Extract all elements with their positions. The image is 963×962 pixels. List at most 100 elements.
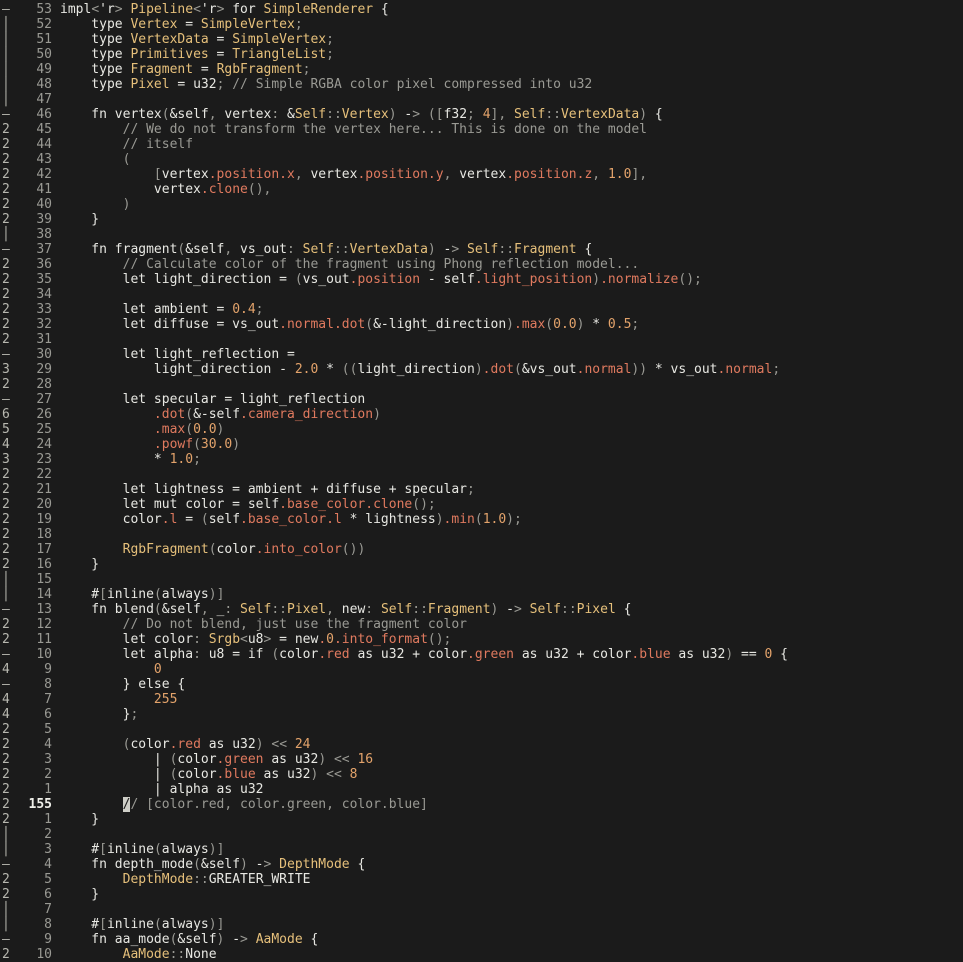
- fold-indicator[interactable]: –: [0, 347, 22, 362]
- code-text[interactable]: 255: [52, 692, 177, 707]
- code-text[interactable]: [52, 92, 60, 107]
- code-text[interactable]: [52, 902, 60, 917]
- code-line[interactable]: – 4 fn depth_mode(&self) -> DepthMode {: [0, 857, 963, 872]
- code-text[interactable]: DepthMode::GREATER_WRITE: [52, 872, 311, 887]
- code-line[interactable]: – 9 fn aa_mode(&self) -> AaMode {: [0, 932, 963, 947]
- code-text[interactable]: fn vertex(&self, vertex: &Self::Vertex) …: [52, 107, 662, 122]
- code-text[interactable]: fn aa_mode(&self) -> AaMode {: [52, 932, 318, 947]
- code-text[interactable]: #[inline(always)]: [52, 917, 224, 932]
- fold-indicator[interactable]: 6: [0, 407, 22, 422]
- code-line[interactable]: │ 8 #[inline(always)]: [0, 917, 963, 932]
- code-text[interactable]: impl<'r> Pipeline<'r> for SimpleRenderer…: [52, 2, 389, 17]
- code-text[interactable]: [52, 287, 60, 302]
- code-text[interactable]: // Do not blend, just use the fragment c…: [52, 617, 467, 632]
- fold-indicator[interactable]: 4: [0, 692, 22, 707]
- fold-indicator[interactable]: 2: [0, 482, 22, 497]
- fold-indicator[interactable]: │: [0, 62, 22, 77]
- code-line[interactable]: 2 2 | (color.blue as u32) << 8: [0, 767, 963, 782]
- code-line[interactable]: 2 39 }: [0, 212, 963, 227]
- fold-indicator[interactable]: │: [0, 227, 22, 242]
- code-line[interactable]: 2 12 // Do not blend, just use the fragme…: [0, 617, 963, 632]
- fold-indicator[interactable]: │: [0, 77, 22, 92]
- code-text[interactable]: | alpha as u32: [52, 782, 264, 797]
- code-editor[interactable]: –53 impl<'r> Pipeline<'r> for SimpleRende…: [0, 0, 963, 962]
- code-text[interactable]: let ambient = 0.4;: [52, 302, 264, 317]
- fold-indicator[interactable]: 4: [0, 437, 22, 452]
- fold-indicator[interactable]: │: [0, 587, 22, 602]
- code-text[interactable]: type Fragment = RgbFragment;: [52, 62, 310, 77]
- code-line[interactable]: │ 14 #[inline(always)]: [0, 587, 963, 602]
- code-text[interactable]: .dot(&-self.camera_direction): [52, 407, 381, 422]
- code-line[interactable]: │ 50 type Primitives = TriangleList;: [0, 47, 963, 62]
- code-text[interactable]: 0: [52, 662, 162, 677]
- code-line[interactable]: 4 6 };: [0, 707, 963, 722]
- code-text[interactable]: let diffuse = vs_out.normal.dot(&-light_…: [52, 317, 640, 332]
- fold-indicator[interactable]: 2: [0, 797, 22, 812]
- fold-indicator[interactable]: –: [0, 602, 22, 617]
- code-text[interactable]: // [color.red, color.green, color.blue]: [52, 797, 428, 812]
- fold-indicator[interactable]: │: [0, 917, 22, 932]
- code-text[interactable]: fn fragment(&self, vs_out: Self::VertexD…: [52, 242, 592, 257]
- code-text[interactable]: color.l = (self.base_color.l * lightness…: [52, 512, 522, 527]
- code-line[interactable]: │ 48 type Pixel = u32; // Simple RGBA col…: [0, 77, 963, 92]
- code-text[interactable]: // Calculate color of the fragment using…: [52, 257, 640, 272]
- code-text[interactable]: [52, 467, 60, 482]
- code-line[interactable]: │ 38: [0, 227, 963, 242]
- fold-indicator[interactable]: –: [0, 242, 22, 257]
- code-text[interactable]: type Pixel = u32; // Simple RGBA color p…: [52, 77, 592, 92]
- code-line[interactable]: │ 2: [0, 827, 963, 842]
- code-line[interactable]: 2 6 }: [0, 887, 963, 902]
- code-line[interactable]: 2 155 // [color.red, color.green, color.b…: [0, 797, 963, 812]
- code-text[interactable]: let specular = light_reflection: [52, 392, 366, 407]
- code-text[interactable]: }: [52, 557, 99, 572]
- code-line[interactable]: 25: [0, 722, 963, 737]
- fold-indicator[interactable]: 2: [0, 302, 22, 317]
- code-text[interactable]: }: [52, 812, 99, 827]
- code-line[interactable]: │ 15: [0, 572, 963, 587]
- fold-indicator[interactable]: 2: [0, 467, 22, 482]
- code-line[interactable]: 2 4 (color.red as u32) << 24: [0, 737, 963, 752]
- code-line[interactable]: 5 25 .max(0.0): [0, 422, 963, 437]
- code-text[interactable]: }: [52, 887, 99, 902]
- code-line[interactable]: 4 9 0: [0, 662, 963, 677]
- fold-indicator[interactable]: │: [0, 902, 22, 917]
- fold-indicator[interactable]: │: [0, 32, 22, 47]
- code-line[interactable]: │ 3 #[inline(always)]: [0, 842, 963, 857]
- code-text[interactable]: #[inline(always)]: [52, 842, 224, 857]
- fold-indicator[interactable]: 2: [0, 317, 22, 332]
- code-text[interactable]: * 1.0;: [52, 452, 201, 467]
- fold-indicator[interactable]: 2: [0, 767, 22, 782]
- code-text[interactable]: let lightness = ambient + diffuse + spec…: [52, 482, 475, 497]
- fold-indicator[interactable]: 4: [0, 662, 22, 677]
- code-line[interactable]: │ 52 type Vertex = SimpleVertex;: [0, 17, 963, 32]
- code-line[interactable]: 2 16 }: [0, 557, 963, 572]
- code-line[interactable]: –30 let light_reflection =: [0, 347, 963, 362]
- code-line[interactable]: 2 20 let mut color = self.base_color.clon…: [0, 497, 963, 512]
- code-line[interactable]: –13 fn blend(&self, _: Self::Pixel, new:…: [0, 602, 963, 617]
- code-text[interactable]: type Vertex = SimpleVertex;: [52, 17, 302, 32]
- fold-indicator[interactable]: 2: [0, 752, 22, 767]
- code-text[interactable]: vertex.clone(),: [52, 182, 271, 197]
- code-text[interactable]: .powf(30.0): [52, 437, 240, 452]
- fold-indicator[interactable]: │: [0, 17, 22, 32]
- code-text[interactable]: }: [52, 212, 99, 227]
- fold-indicator[interactable]: 2: [0, 512, 22, 527]
- fold-indicator[interactable]: 2: [0, 212, 22, 227]
- code-line[interactable]: 2 21 let lightness = ambient + diffuse + …: [0, 482, 963, 497]
- code-text[interactable]: fn blend(&self, _: Self::Pixel, new: Sel…: [52, 602, 631, 617]
- code-line[interactable]: │ 47: [0, 92, 963, 107]
- fold-indicator[interactable]: 2: [0, 287, 22, 302]
- code-line[interactable]: 2 32 let diffuse = vs_out.normal.dot(&-li…: [0, 317, 963, 332]
- fold-indicator[interactable]: 2: [0, 542, 22, 557]
- fold-indicator[interactable]: │: [0, 572, 22, 587]
- code-text[interactable]: let mut color = self.base_color.clone();: [52, 497, 436, 512]
- code-text[interactable]: AaMode::None: [52, 947, 217, 962]
- code-text[interactable]: let color: Srgb<u8> = new.0.into_format(…: [52, 632, 452, 647]
- code-line[interactable]: │ 49 type Fragment = RgbFragment;: [0, 62, 963, 77]
- fold-indicator[interactable]: 2: [0, 812, 22, 827]
- code-text[interactable]: [52, 377, 60, 392]
- code-text[interactable]: type VertexData = SimpleVertex;: [52, 32, 334, 47]
- code-line[interactable]: 2 36 // Calculate color of the fragment u…: [0, 257, 963, 272]
- code-line[interactable]: 2 17 RgbFragment(color.into_color()): [0, 542, 963, 557]
- fold-indicator[interactable]: 2: [0, 182, 22, 197]
